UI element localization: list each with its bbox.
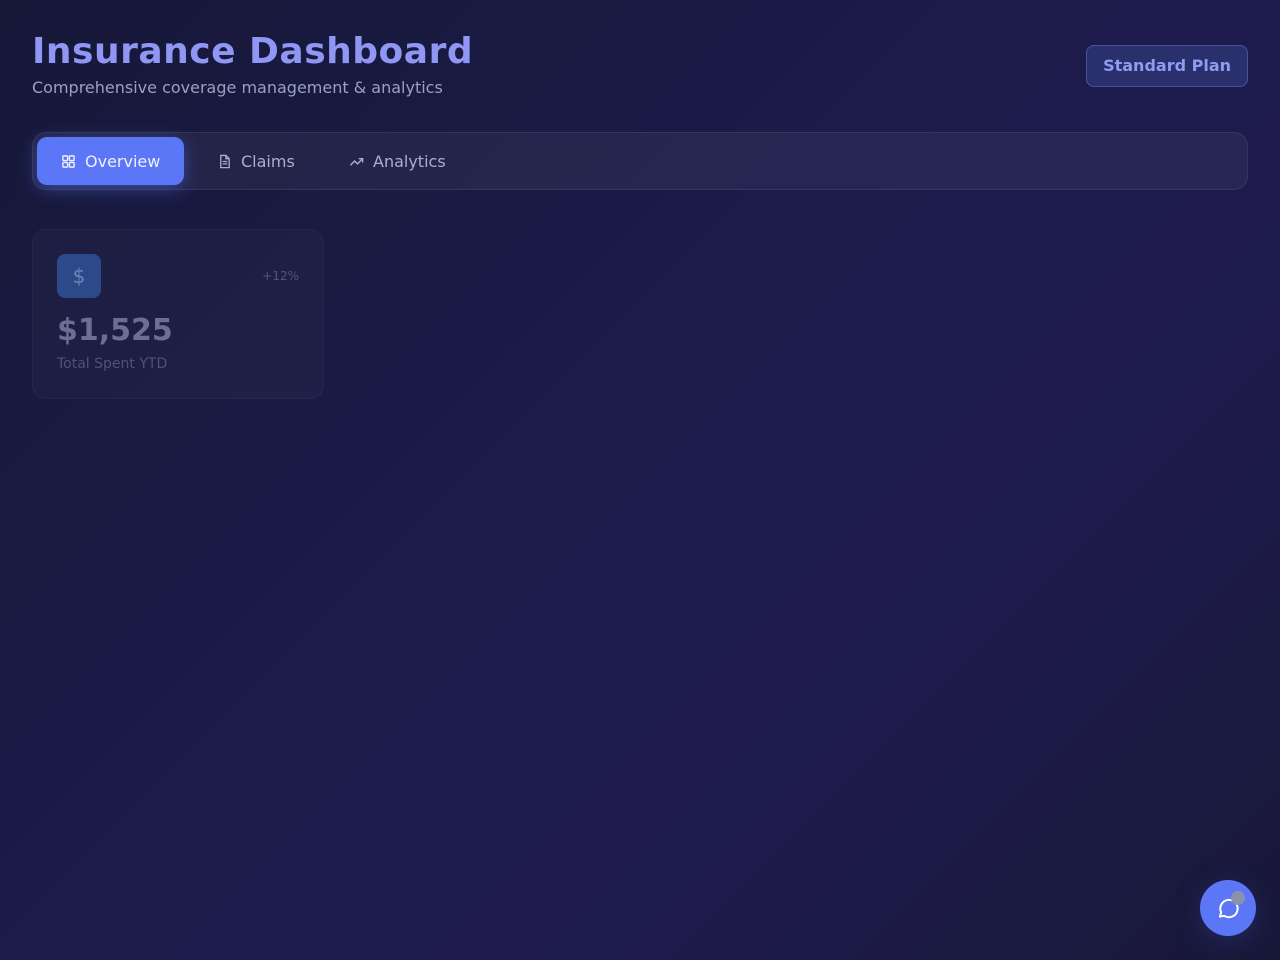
stat-value: $1,525 bbox=[57, 313, 173, 348]
page-title: Insurance Dashboard bbox=[32, 31, 474, 72]
tab-analytics-label: Analytics bbox=[373, 151, 446, 171]
stat-card-total-spent[interactable]: $ +12% $1,525 Total Spent YTD bbox=[32, 229, 324, 399]
page-header: Insurance Dashboard Comprehensive covera… bbox=[32, 30, 1248, 100]
trending-up-icon bbox=[349, 157, 364, 166]
tab-analytics[interactable]: Analytics bbox=[349, 137, 446, 185]
stat-label: Total Spent YTD bbox=[57, 356, 168, 372]
chat-button[interactable] bbox=[1200, 880, 1256, 936]
tab-claims[interactable]: Claims bbox=[217, 137, 295, 185]
dollar-icon: $ bbox=[57, 254, 101, 298]
tab-overview-label: Overview bbox=[85, 151, 161, 171]
plan-badge[interactable]: Standard Plan bbox=[1086, 45, 1248, 87]
tab-claims-label: Claims bbox=[241, 151, 295, 171]
document-icon bbox=[220, 154, 230, 168]
stat-change: +12% bbox=[262, 269, 299, 283]
page-subtitle: Comprehensive coverage management & anal… bbox=[32, 78, 443, 97]
tab-bar: Overview Claims Analytics bbox=[32, 132, 1248, 190]
notification-dot bbox=[1231, 891, 1245, 905]
grid-icon bbox=[62, 154, 75, 168]
tab-overview[interactable]: Overview bbox=[37, 137, 184, 185]
